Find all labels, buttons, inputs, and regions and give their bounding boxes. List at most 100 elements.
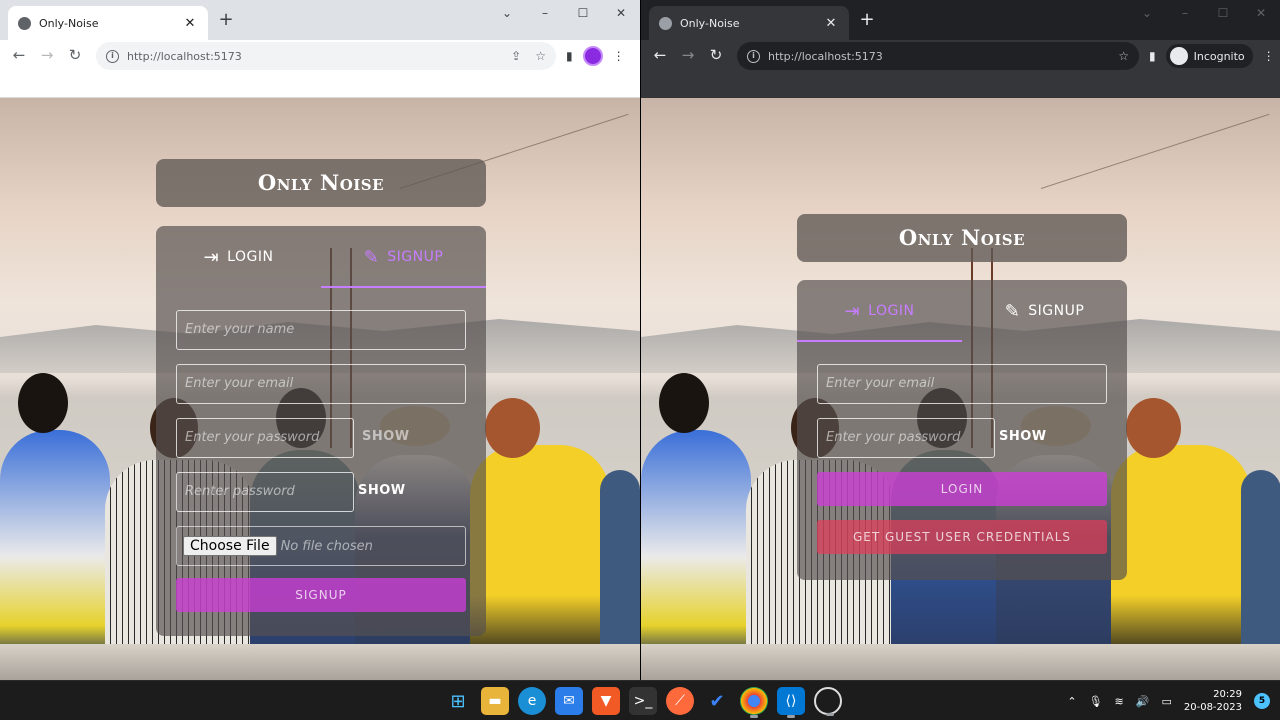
window-controls: ⌄ – ☐ ✕ (1138, 6, 1270, 20)
reload-button[interactable]: ↻ (703, 42, 729, 68)
show-password-button[interactable]: SHOW (999, 429, 1047, 444)
signup-form-card: ⇥ LOGIN ✎ SIGNUP Enter your name Enter y… (156, 226, 486, 636)
no-file-label: No file chosen (280, 538, 373, 554)
login-submit-button[interactable]: LOGIN (817, 472, 1107, 506)
back-button[interactable]: ← (647, 42, 673, 68)
head-decor (485, 398, 540, 458)
close-tab-icon[interactable]: ✕ (182, 16, 198, 31)
browser-toolbar: ← → ↻ i http://localhost:5173 ☆ ▮ Incogn… (641, 40, 1280, 98)
address-bar[interactable]: i http://localhost:5173 ⇪ ☆ (96, 42, 556, 70)
pencil-icon: ✎ (1004, 300, 1021, 322)
vscode-icon[interactable]: ⟨⟩ (777, 687, 805, 718)
person-decor (1111, 445, 1251, 660)
todo-icon[interactable]: ✔ (703, 687, 731, 715)
incognito-icon (1169, 47, 1188, 65)
file-explorer-icon[interactable]: ▬ (481, 687, 509, 715)
forward-button[interactable]: → (675, 42, 701, 68)
ledge-decor (0, 644, 640, 680)
browser-tab[interactable]: Only-Noise ✕ (8, 6, 208, 40)
tab-search-icon[interactable]: ⌄ (1138, 6, 1156, 20)
battery-icon[interactable]: ▭ (1161, 695, 1171, 708)
app-title: Only Noise (156, 159, 486, 207)
close-tab-icon[interactable]: ✕ (823, 16, 839, 31)
incognito-label: Incognito (1193, 49, 1245, 63)
site-info-icon[interactable]: i (106, 49, 119, 63)
ledge-decor (641, 644, 1280, 680)
show-password-button[interactable]: SHOW (362, 429, 410, 444)
wifi-icon[interactable]: ≋ (1115, 695, 1124, 708)
new-tab-button[interactable]: + (857, 10, 877, 30)
app-title: Only Noise (797, 214, 1127, 262)
name-input[interactable]: Enter your name (176, 310, 466, 350)
new-tab-button[interactable]: + (216, 10, 236, 30)
login-form-card: ⇥ LOGIN ✎ SIGNUP Enter your email Enter … (797, 280, 1127, 580)
postman-icon[interactable]: ⟋ (666, 687, 694, 715)
share-icon[interactable]: ⇪ (511, 49, 521, 63)
volume-icon[interactable]: 🔊 (1136, 695, 1150, 708)
browser-tab[interactable]: Only-Noise ✕ (649, 6, 849, 40)
system-tray: ⌃ 🎙 ≋ 🔊 ▭ 20:29 20-08-2023 5 (1067, 681, 1270, 720)
window-controls: ⌄ – ☐ ✕ (498, 6, 630, 20)
tab-strip: Only-Noise ✕ + ⌄ – ☐ ✕ (0, 0, 640, 40)
browser-toolbar: ← → ↻ i http://localhost:5173 ⇪ ☆ ▮ ⋮ (0, 40, 640, 98)
guest-credentials-button[interactable]: GET GUEST USER CREDENTIALS (817, 520, 1107, 554)
tab-strip: Only-Noise ✕ + ⌄ – ☐ ✕ (641, 0, 1280, 40)
signup-submit-button[interactable]: SIGNUP (176, 578, 466, 612)
chrome-dev-icon[interactable] (814, 687, 842, 716)
person-decor (641, 430, 751, 660)
profile-avatar[interactable] (582, 46, 603, 66)
profile-picture-file-input[interactable]: Choose File No file chosen (176, 526, 466, 566)
side-panel-icon[interactable]: ▮ (1149, 49, 1156, 63)
tab-login[interactable]: ⇥ LOGIN (797, 280, 962, 342)
bookmark-star-icon[interactable]: ☆ (535, 49, 546, 63)
maximize-button[interactable]: ☐ (574, 6, 592, 20)
edge-browser-icon[interactable]: e (518, 687, 546, 715)
terminal-icon[interactable]: >_ (629, 687, 657, 715)
incognito-badge[interactable]: Incognito (1165, 44, 1253, 68)
site-info-icon[interactable]: i (747, 49, 760, 63)
tab-signup[interactable]: ✎ SIGNUP (962, 280, 1127, 342)
minimize-button[interactable]: – (1176, 6, 1194, 20)
url-text: http://localhost:5173 (127, 49, 242, 63)
mail-icon[interactable]: ✉ (555, 687, 583, 715)
close-window-button[interactable]: ✕ (612, 6, 630, 20)
email-input[interactable]: Enter your email (817, 364, 1107, 404)
tab-signup[interactable]: ✎ SIGNUP (321, 226, 486, 288)
password-input[interactable]: Enter your password (817, 418, 995, 458)
head-decor (18, 373, 68, 433)
bookmark-star-icon[interactable]: ☆ (1118, 49, 1129, 63)
address-bar[interactable]: i http://localhost:5173 ☆ (737, 42, 1139, 70)
tab-login[interactable]: ⇥ LOGIN (156, 226, 321, 288)
brave-browser-icon[interactable]: ▼ (592, 687, 620, 715)
repassword-input[interactable]: Renter password (176, 472, 354, 512)
tab-search-icon[interactable]: ⌄ (498, 6, 516, 20)
choose-file-button[interactable]: Choose File (183, 536, 277, 556)
maximize-button[interactable]: ☐ (1214, 6, 1232, 20)
desktop: Only-Noise ✕ + ⌄ – ☐ ✕ ← → ↻ i http://lo… (0, 0, 1280, 720)
date-text: 20-08-2023 (1183, 702, 1242, 713)
microphone-icon[interactable]: 🎙 (1089, 695, 1103, 708)
start-button-icon[interactable]: ⊞ (444, 687, 472, 715)
back-button[interactable]: ← (6, 42, 32, 68)
notification-badge[interactable]: 5 (1254, 693, 1270, 709)
person-decor (1241, 470, 1280, 660)
side-panel-icon[interactable]: ▮ (566, 49, 573, 63)
page-viewport: Only Noise ⇥ LOGIN ✎ SIGNUP Enter your n… (0, 98, 640, 680)
email-input[interactable]: Enter your email (176, 364, 466, 404)
reload-button[interactable]: ↻ (62, 42, 88, 68)
forward-button[interactable]: → (34, 42, 60, 68)
tab-title: Only-Noise (680, 16, 740, 30)
menu-kebab-icon[interactable]: ⋮ (1263, 49, 1275, 63)
tab-title: Only-Noise (39, 16, 99, 30)
menu-kebab-icon[interactable]: ⋮ (613, 49, 625, 63)
show-repassword-button[interactable]: SHOW (358, 483, 406, 498)
windows-taskbar: ⊞ ▬ e ✉ ▼ >_ ⟋ ✔ ⟨⟩ ⌃ 🎙 ≋ 🔊 ▭ 20:29 20-0… (0, 680, 1280, 720)
password-input[interactable]: Enter your password (176, 418, 354, 458)
globe-icon (18, 16, 31, 30)
close-window-button[interactable]: ✕ (1252, 6, 1270, 20)
head-decor (1126, 398, 1181, 458)
chevron-up-icon[interactable]: ⌃ (1067, 695, 1076, 708)
clock[interactable]: 20:29 20-08-2023 (1184, 688, 1242, 714)
minimize-button[interactable]: – (536, 6, 554, 20)
chrome-icon[interactable] (740, 687, 768, 718)
